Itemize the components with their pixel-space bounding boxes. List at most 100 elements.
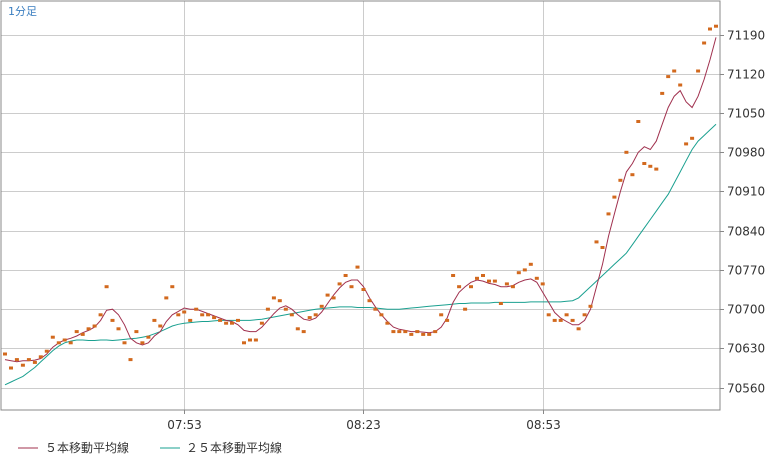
price-point [104,285,109,289]
price-point [564,313,569,317]
price-point [158,324,163,328]
price-point [690,136,695,140]
price-point [116,327,121,331]
price-point [654,167,659,171]
y-tick-label: 71050 [727,107,765,121]
price-point [230,321,234,325]
price-point [14,358,19,362]
price-point [409,332,414,336]
price-point [248,338,252,342]
x-tick-label: 08:23 [346,418,381,432]
legend-ma25-label: ２５本移動平均線 [186,440,282,455]
price-point [558,318,563,322]
price-point [349,285,354,289]
price-point [672,69,677,73]
price-point [289,313,294,317]
price-point [325,293,330,297]
price-point [170,285,175,289]
price-point [337,282,342,286]
price-point [385,321,390,325]
price-point [355,265,360,269]
price-point [451,274,456,277]
price-point [415,330,420,334]
legend-ma5-label: ５本移動平均線 [45,440,129,455]
price-point [618,178,623,182]
price-point [140,341,145,345]
price-point [206,313,211,317]
price-point [624,150,629,154]
price-point [110,318,115,322]
price-point [146,335,151,339]
price-point [301,330,306,334]
price-point [277,299,282,303]
price-point [510,285,515,289]
price-point [696,69,701,73]
price-point [128,358,133,362]
price-point [660,91,665,95]
price-point [433,330,438,334]
price-point [516,271,521,275]
y-tick-label: 71120 [727,68,765,82]
price-point [678,83,683,87]
price-point [427,332,432,336]
price-point [397,330,402,334]
price-point [200,313,205,317]
price-point [600,246,605,249]
price-point [26,358,31,362]
price-point [182,310,187,314]
price-point [403,330,408,334]
price-point [343,274,348,277]
price-point [32,360,37,364]
price-chart: 1分足 70560 70630 70700 70770 70840 70910 70980 7… [0,0,784,462]
price-point [504,282,509,286]
price-point [164,296,169,300]
price-point [361,288,366,291]
price-point [457,285,462,289]
price-point [194,307,199,311]
price-point [122,341,127,345]
timeframe-label: 1分足 [8,5,37,18]
y-tick-label: 70980 [727,146,765,160]
price-point [319,304,324,308]
price-point [570,318,575,322]
price-point [487,279,491,283]
price-point [20,363,25,367]
price-point [552,318,557,322]
price-point [642,162,647,165]
price-point [445,318,450,322]
price-point [56,341,61,345]
price-point [3,352,7,356]
price-point [367,299,372,303]
y-tick-label: 70560 [727,382,765,396]
price-point [44,349,49,353]
price-point [152,318,157,322]
price-point [271,296,276,300]
price-point [295,327,300,331]
price-point [62,338,67,342]
price-point [92,324,97,328]
price-point [469,285,473,289]
price-point [259,321,264,325]
price-point [481,274,485,277]
price-point [313,313,318,317]
price-point [373,307,378,311]
x-tick-label: 08:53 [526,418,561,432]
price-point [594,240,599,244]
price-point [630,173,635,177]
price-point [463,307,468,311]
y-tick-label: 70840 [727,225,765,239]
price-point [9,366,13,370]
price-point [379,313,384,317]
price-point [80,332,85,336]
price-point [218,318,223,322]
price-point [212,316,217,320]
price-point [242,341,246,345]
price-point [648,164,653,168]
price-point [253,338,258,342]
price-point [702,41,707,45]
price-point [68,341,73,345]
price-point [421,332,426,336]
price-point [714,24,718,28]
x-tick-label: 07:53 [167,418,202,432]
price-point [74,330,79,334]
